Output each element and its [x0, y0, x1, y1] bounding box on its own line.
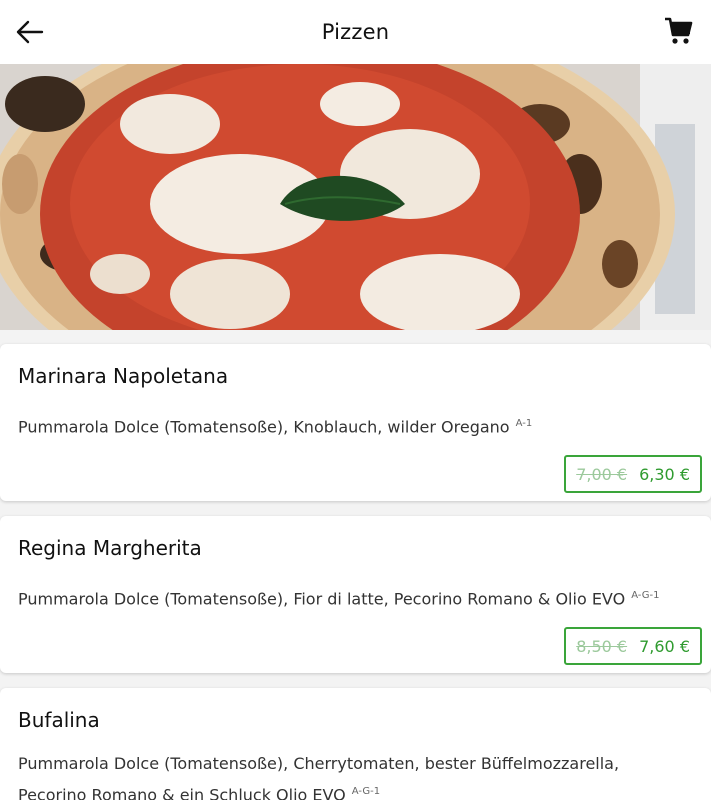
cart-icon [665, 17, 693, 44]
product-description: Pummarola Dolce (Tomatensoße), Cherrytom… [18, 750, 678, 800]
product-description-line: Pecorino Romano & ein Schluck Olio EVO [18, 785, 346, 800]
product-card[interactable]: Bufalina Pummarola Dolce (Tomatensoße), … [0, 688, 711, 800]
product-name: Marinara Napoletana [18, 364, 229, 388]
product-description: Pummarola Dolce (Tomatensoße), Knoblauch… [18, 410, 678, 441]
hero-pizza-image [0, 64, 711, 330]
old-price: 8,50 € [576, 636, 628, 656]
new-price: 7,60 € [639, 636, 690, 656]
back-button[interactable] [14, 18, 46, 46]
old-price: 7,00 € [576, 464, 628, 484]
product-description-text: Pummarola Dolce (Tomatensoße), Fior di l… [18, 589, 626, 609]
top-bar: Pizzen [0, 0, 711, 64]
pizza-photo [0, 64, 711, 330]
product-name: Bufalina [18, 708, 100, 732]
allergen-code: A-G-1 [631, 590, 660, 601]
page-title: Pizzen [321, 20, 390, 44]
allergen-code: A-G-1 [351, 786, 381, 797]
arrow-left-icon [16, 20, 44, 44]
product-card[interactable]: Marinara Napoletana Pummarola Dolce (Tom… [0, 344, 711, 501]
product-description: Pummarola Dolce (Tomatensoße), Fior di l… [18, 582, 678, 613]
allergen-code: A-1 [515, 418, 533, 429]
product-description-line: Pummarola Dolce (Tomatensoße), Cherrytom… [18, 754, 620, 773]
product-description-text: Pummarola Dolce (Tomatensoße), Knoblauch… [18, 417, 510, 437]
new-price: 6,30 € [639, 464, 690, 484]
product-card[interactable]: Regina Margherita Pummarola Dolce (Tomat… [0, 516, 711, 673]
price-button[interactable]: 7,00 € 6,30 € [564, 455, 702, 493]
product-name: Regina Margherita [18, 536, 202, 560]
cart-button[interactable] [663, 16, 695, 48]
price-button[interactable]: 8,50 € 7,60 € [564, 627, 702, 665]
